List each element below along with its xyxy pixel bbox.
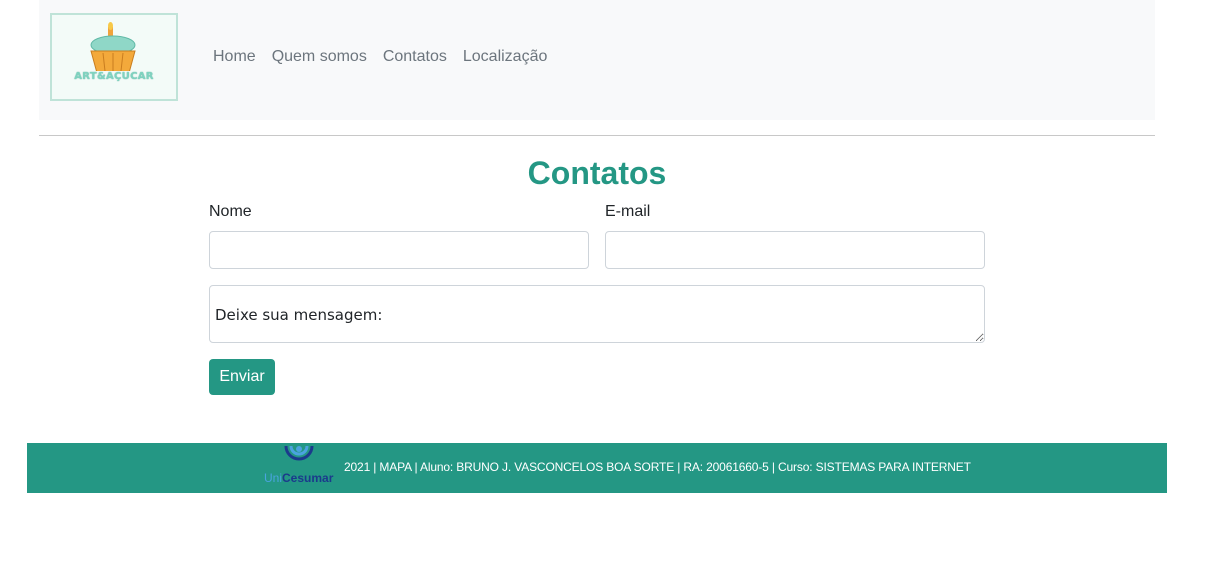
email-label: E-mail xyxy=(605,203,651,220)
cupcake-icon xyxy=(90,22,136,71)
name-label: Nome xyxy=(209,203,252,220)
footer-logo-uni: Uni xyxy=(264,471,283,485)
name-input[interactable] xyxy=(209,231,589,269)
unicesumar-emblem-icon xyxy=(284,445,314,461)
message-textarea[interactable] xyxy=(209,285,985,343)
nav-link-contatos[interactable]: Contatos xyxy=(375,47,455,67)
unicesumar-logo: UniCesumar xyxy=(264,444,336,490)
footer-logo-cesumar: Cesumar xyxy=(282,471,334,485)
footer-text: 2021 | MAPA | Aluno: BRUNO J. VASCONCELO… xyxy=(344,460,971,474)
email-input[interactable] xyxy=(605,231,985,269)
brand-logo-text: ART&AÇUCAR xyxy=(74,71,154,82)
nav-link-quem-somos[interactable]: Quem somos xyxy=(264,47,375,67)
nav-links: Home Quem somos Contatos Localização xyxy=(213,47,555,67)
navbar: ART&AÇUCAR Home Quem somos Contatos Loca… xyxy=(39,0,1155,120)
footer: UniCesumar 2021 | MAPA | Aluno: BRUNO J.… xyxy=(27,443,1167,493)
header-divider xyxy=(39,135,1155,136)
nav-link-localizacao[interactable]: Localização xyxy=(455,47,556,67)
submit-button[interactable]: Enviar xyxy=(209,359,275,395)
page-title: Contatos xyxy=(527,155,667,191)
nav-link-home[interactable]: Home xyxy=(213,47,264,67)
brand-logo[interactable]: ART&AÇUCAR xyxy=(50,13,178,101)
